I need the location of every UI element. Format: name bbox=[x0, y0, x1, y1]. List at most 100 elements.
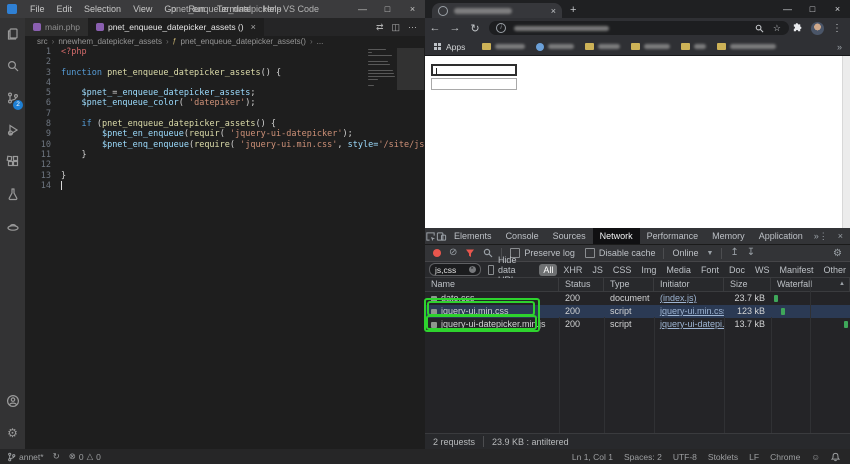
initiator-link[interactable]: (index.js) bbox=[660, 293, 697, 303]
forward-icon[interactable]: → bbox=[445, 22, 465, 34]
menu-view[interactable]: View bbox=[127, 0, 158, 18]
network-settings-gear-icon[interactable]: ⚙ bbox=[833, 248, 850, 259]
devtools-tab-sources[interactable]: Sources bbox=[546, 228, 593, 244]
chrome-close-button[interactable]: × bbox=[825, 0, 850, 18]
tab-close-icon[interactable]: × bbox=[251, 22, 256, 32]
chrome-minimize-button[interactable]: — bbox=[775, 0, 800, 18]
bookmark-item[interactable] bbox=[536, 42, 575, 51]
filter-pill-media[interactable]: Media bbox=[662, 264, 695, 276]
editor-tab[interactable]: pnet_enqueue_datepicker_assets () × bbox=[87, 18, 264, 36]
bookmark-item[interactable] bbox=[482, 43, 526, 50]
notifications-bell-icon[interactable] bbox=[831, 452, 840, 462]
column-header-name[interactable]: Name bbox=[425, 278, 559, 291]
initiator-link[interactable]: jquery-ui-datepi... bbox=[660, 319, 724, 329]
status-item[interactable]: Spaces: 2 bbox=[624, 452, 662, 462]
source-control-icon[interactable]: 2 bbox=[0, 82, 25, 114]
devtools-tab-console[interactable]: Console bbox=[499, 228, 546, 244]
filter-pill-ws[interactable]: WS bbox=[751, 264, 774, 276]
menu-edit[interactable]: Edit bbox=[51, 0, 79, 18]
bookmark-item[interactable] bbox=[717, 43, 777, 50]
throttling-select[interactable]: Online bbox=[672, 248, 698, 258]
sort-arrow-icon[interactable]: ▲ bbox=[839, 278, 845, 291]
apps-label[interactable]: Apps bbox=[446, 42, 465, 52]
clear-icon[interactable]: ⊘ bbox=[449, 248, 457, 258]
compare-changes-icon[interactable]: ⇄ bbox=[376, 22, 384, 33]
git-branch-item[interactable]: annet* bbox=[7, 452, 44, 462]
status-item[interactable]: Chrome bbox=[770, 452, 800, 462]
filter-pill-img[interactable]: Img bbox=[637, 264, 660, 276]
run-debug-icon[interactable] bbox=[0, 114, 25, 146]
code-editor[interactable]: 1 <?php 2 3 function pnet_enqueue_datepicker… bbox=[25, 47, 425, 449]
devtools-tab-elements[interactable]: Elements bbox=[447, 228, 499, 244]
accounts-icon[interactable] bbox=[0, 385, 25, 417]
column-header-initiator[interactable]: Initiator bbox=[654, 278, 724, 291]
editor-scrollbar-thumb[interactable] bbox=[397, 48, 424, 90]
breadcrumb-item[interactable]: pnet_enqueue_datepicker_assets() bbox=[181, 37, 306, 46]
date-input-focused[interactable] bbox=[431, 64, 517, 76]
chrome-maximize-button[interactable]: □ bbox=[800, 0, 825, 18]
split-editor-icon[interactable]: ◫ bbox=[391, 22, 400, 33]
filter-pill-doc[interactable]: Doc bbox=[725, 264, 749, 276]
site-info-icon[interactable]: i bbox=[496, 23, 506, 33]
vscode-maximize-button[interactable]: □ bbox=[375, 0, 400, 18]
initiator-link[interactable]: jquery-ui.min.css bbox=[660, 306, 724, 316]
devtools-tab-network[interactable]: Network bbox=[592, 228, 640, 244]
breadcrumb-item[interactable]: nnewhem_datepicker_assets bbox=[58, 37, 162, 46]
profile-avatar[interactable] bbox=[811, 21, 824, 35]
extensions-icon[interactable] bbox=[0, 146, 25, 178]
problems-item[interactable]: ⊗ 0 △ 0 bbox=[69, 451, 101, 462]
menu-file[interactable]: File bbox=[24, 0, 51, 18]
editor-tab[interactable]: main.php bbox=[25, 18, 88, 36]
disable-cache-checkbox[interactable]: Disable cache bbox=[584, 248, 655, 258]
breadcrumb-item[interactable]: src bbox=[37, 37, 48, 46]
breadcrumb[interactable]: src › nnewhem_datepicker_assets › ƒ pnet_enqu… bbox=[25, 36, 425, 47]
devtools-tab-memory[interactable]: Memory bbox=[705, 228, 752, 244]
throttling-dropdown-icon[interactable]: ▼ bbox=[706, 250, 713, 257]
address-bar[interactable]: i ☆ bbox=[489, 21, 789, 35]
column-header-status[interactable]: Status bbox=[559, 278, 604, 291]
filter-input[interactable]: js,css × bbox=[429, 263, 481, 276]
export-har-icon[interactable]: ↧ bbox=[747, 248, 755, 258]
settings-gear-icon[interactable]: ⚙ bbox=[0, 417, 25, 449]
record-icon[interactable] bbox=[433, 249, 441, 257]
zoom-icon[interactable] bbox=[755, 24, 764, 33]
filter-pill-xhr[interactable]: XHR bbox=[559, 264, 586, 276]
filter-clear-icon[interactable]: × bbox=[468, 266, 476, 273]
menu-selection[interactable]: Selection bbox=[78, 0, 127, 18]
chrome-menu-icon[interactable]: ⋮ bbox=[832, 23, 842, 34]
date-input-second[interactable] bbox=[431, 78, 517, 90]
inspect-element-icon[interactable] bbox=[425, 228, 436, 245]
filter-pill-font[interactable]: Font bbox=[697, 264, 723, 276]
status-item[interactable]: Ln 1, Col 1 bbox=[572, 452, 613, 462]
filter-pill-js[interactable]: JS bbox=[588, 264, 607, 276]
page-scrollbar[interactable] bbox=[842, 56, 850, 228]
column-header-size[interactable]: Size bbox=[724, 278, 771, 291]
apps-grid-icon[interactable] bbox=[434, 43, 441, 50]
status-item[interactable]: UTF-8 bbox=[673, 452, 697, 462]
column-header-type[interactable]: Type bbox=[604, 278, 654, 291]
search-icon[interactable] bbox=[0, 50, 25, 82]
back-icon[interactable]: ← bbox=[425, 22, 445, 34]
bookmarks-overflow-chevron[interactable]: » bbox=[837, 42, 850, 52]
filter-pill-all[interactable]: All bbox=[539, 263, 558, 276]
devtools-close-icon[interactable]: × bbox=[838, 231, 843, 241]
sync-icon[interactable]: ↻ bbox=[53, 451, 60, 462]
devtools-tab-application[interactable]: Application bbox=[752, 228, 810, 244]
reload-icon[interactable]: ↻ bbox=[465, 22, 485, 35]
feedback-icon[interactable]: ☺ bbox=[811, 452, 820, 462]
devtools-menu-icon[interactable]: ⋮ bbox=[819, 231, 828, 242]
filter-pill-manifest[interactable]: Manifest bbox=[775, 264, 817, 276]
new-tab-button[interactable]: + bbox=[570, 3, 576, 18]
status-item[interactable]: Stoklets bbox=[708, 452, 738, 462]
filter-funnel-icon[interactable] bbox=[465, 248, 475, 258]
more-actions-icon[interactable]: ⋯ bbox=[408, 22, 417, 33]
status-item[interactable]: LF bbox=[749, 452, 759, 462]
filter-pill-other[interactable]: Other bbox=[819, 264, 850, 276]
minimap[interactable] bbox=[368, 49, 395, 88]
import-har-icon[interactable]: ↥ bbox=[730, 248, 738, 258]
vscode-close-button[interactable]: × bbox=[400, 0, 425, 18]
breadcrumb-item[interactable]: ... bbox=[317, 37, 324, 46]
extensions-puzzle-icon[interactable] bbox=[792, 22, 803, 34]
bookmark-item[interactable] bbox=[585, 43, 621, 50]
explorer-icon[interactable] bbox=[0, 18, 25, 50]
